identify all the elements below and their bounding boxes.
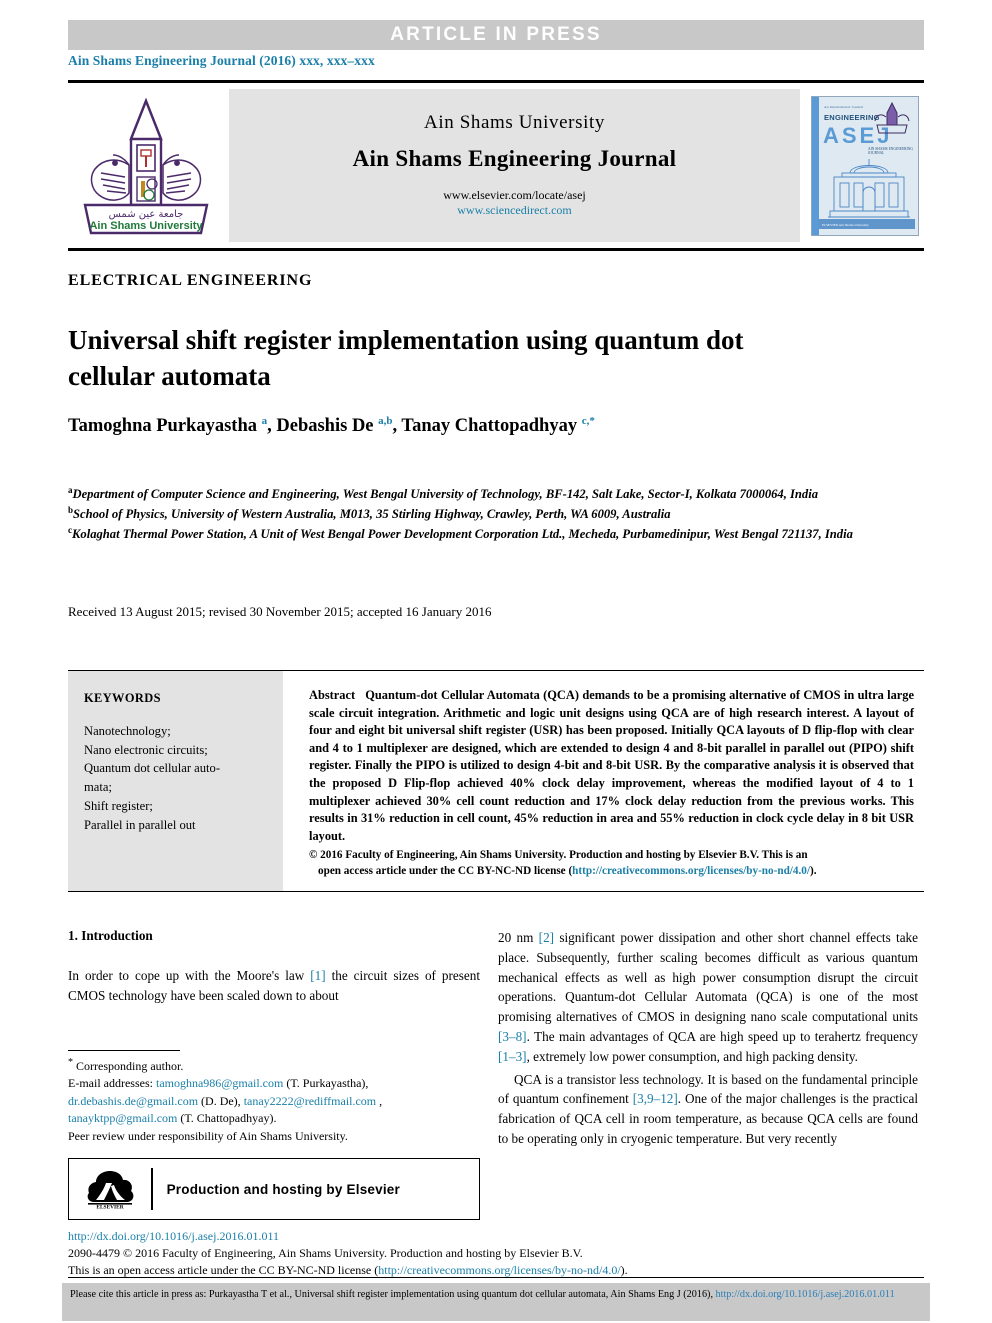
- crest-arabic-caption: جامعة عين شمس: [108, 209, 183, 220]
- affiliation-item: aDepartment of Computer Science and Engi…: [68, 485, 819, 502]
- email-label: E-mail addresses:: [68, 1076, 153, 1091]
- article-in-press-label: ARTICLE IN PRESS: [390, 24, 602, 45]
- affiliation-item: bSchool of Physics, University of Wester…: [68, 505, 671, 522]
- intro-paragraph-left: In order to cope up with the Moore's law…: [68, 968, 480, 1003]
- corresponding-author-note: * Corresponding author.: [68, 1056, 480, 1075]
- abstract-block: KEYWORDS Nanotechnology; Nano electronic …: [68, 670, 924, 892]
- intro-paragraph-right-2: QCA is a transistor less technology. It …: [498, 1071, 919, 1146]
- university-crest-icon: جامعة عين شمس Ain Shams University: [83, 97, 208, 235]
- affiliation-item: cKolaghat Thermal Power Station, A Unit …: [68, 525, 853, 542]
- email-link[interactable]: dr.debashis.de@gmail.com: [68, 1094, 198, 1108]
- doi-link[interactable]: http://dx.doi.org/10.1016/j.asej.2016.01…: [68, 1228, 828, 1245]
- email-link[interactable]: tanayktpp@gmail.com: [68, 1111, 177, 1125]
- citation-doi-link[interactable]: http://dx.doi.org/10.1016/j.asej.2016.01…: [716, 1289, 895, 1300]
- email-owner: ,: [379, 1093, 383, 1108]
- cover-subtitle: AIN SHAMS ENGINEERING JOURNAL: [868, 146, 913, 155]
- masthead-sciencedirect-url[interactable]: www.sciencedirect.com: [457, 203, 572, 218]
- body-column-left: 1. Introduction In order to cope up with…: [68, 928, 480, 1009]
- email-owner: (T. Purkayastha),: [286, 1076, 369, 1091]
- keywords-items: Nanotechnology; Nano electronic circuits;…: [84, 722, 267, 835]
- license-suffix: ).: [810, 864, 817, 877]
- body-column-right: 20 nm [2] significant power dissipation …: [498, 928, 918, 1152]
- peer-review-note: Peer review under responsibility of Ain …: [68, 1128, 348, 1143]
- page-bottom-rule: [68, 1277, 924, 1278]
- article-history: Received 13 August 2015; revised 30 Nove…: [68, 604, 492, 619]
- journal-masthead: جامعة عين شمس Ain Shams University Ain S…: [68, 80, 924, 251]
- cover-left-bar: [812, 96, 819, 235]
- abstract-copyright: © 2016 Faculty of Engineering, Ain Shams…: [309, 848, 914, 878]
- abstract-text: Abstract Quantum-dot Cellular Automata (…: [309, 687, 914, 845]
- journal-running-head: Ain Shams Engineering Journal (2016) xxx…: [68, 53, 375, 68]
- doi-copyright-block: http://dx.doi.org/10.1016/j.asej.2016.01…: [68, 1228, 828, 1279]
- page-title: Universal shift register implementation …: [68, 325, 744, 391]
- citation-request-bar: Please cite this article in press as: Pu…: [62, 1283, 930, 1321]
- email-link[interactable]: tanay2222@rediffmail.com: [244, 1094, 376, 1108]
- keyword-item: Shift register;: [84, 799, 153, 814]
- article-in-press-banner: ARTICLE IN PRESS: [68, 20, 924, 50]
- cover-crest-icon: [874, 101, 910, 133]
- masthead-center-panel: Ain Shams University Ain Shams Engineeri…: [229, 89, 800, 242]
- cover-building-illustration: [828, 158, 910, 217]
- elsevier-wordmark: ELSEVIER: [96, 1205, 123, 1210]
- corresponding-author-text: Corresponding author.: [76, 1059, 184, 1073]
- section-heading-introduction: 1. Introduction: [68, 928, 153, 943]
- cover-top-small-text: An International Journal: [824, 104, 864, 109]
- intro-paragraph-right-1: 20 nm [2] significant power dissipation …: [498, 930, 919, 1064]
- keywords-panel: KEYWORDS Nanotechnology; Nano electronic …: [68, 671, 283, 891]
- keyword-item: Nano electronic circuits;: [84, 742, 208, 757]
- license-link[interactable]: http://creativecommons.org/licenses/by-n…: [572, 865, 810, 877]
- article-section-type: ELECTRICAL ENGINEERING: [68, 272, 313, 289]
- article-first-page: ARTICLE IN PRESS Ain Shams Engineering J…: [0, 0, 992, 1323]
- reference-link[interactable]: [3–8]: [498, 1029, 527, 1044]
- abstract-panel: Abstract Quantum-dot Cellular Automata (…: [283, 671, 924, 891]
- email-link[interactable]: tamoghna986@gmail.com: [156, 1076, 283, 1090]
- author-list: Tamoghna Purkayastha a, Debashis De a,b,…: [68, 415, 595, 437]
- reference-link[interactable]: [1–3]: [498, 1049, 527, 1064]
- license-prefix: open access article under the CC BY-NC-N…: [318, 864, 573, 877]
- footer-license-prefix: This is an open access article under the…: [68, 1263, 379, 1278]
- elsevier-box-divider: [151, 1168, 153, 1210]
- abstract-label: Abstract: [309, 688, 356, 702]
- reference-link[interactable]: [3,9–12]: [633, 1091, 678, 1106]
- issn-copyright-line: 2090-4479 © 2016 Faculty of Engineering,…: [68, 1246, 583, 1261]
- cover-footer-text: ELSEVIER Ain Shams University: [822, 222, 869, 227]
- masthead-elsevier-url[interactable]: www.elsevier.com/locate/asej: [443, 188, 586, 203]
- elsevier-box-label: Production and hosting by Elsevier: [166, 1181, 400, 1197]
- masthead-university-name: Ain Shams University: [424, 111, 605, 133]
- ain-shams-university-logo: جامعة عين شمس Ain Shams University: [68, 89, 223, 242]
- footnote-rule: [68, 1050, 180, 1051]
- elsevier-tree-icon: ELSEVIER: [87, 1171, 134, 1210]
- affiliation-mark: a: [68, 485, 73, 495]
- cover-art: An International Journal ENGINEERING ASE…: [811, 95, 919, 236]
- keyword-item: Quantum dot cellular auto-: [84, 761, 221, 776]
- affiliation-mark: b: [68, 505, 74, 516]
- footnote-block: * Corresponding author. E-mail addresses…: [68, 1050, 480, 1145]
- affiliation-list: aDepartment of Computer Science and Engi…: [68, 484, 924, 544]
- keyword-item: Nanotechnology;: [84, 723, 171, 738]
- abstract-body: Quantum-dot Cellular Automata (QCA) dema…: [309, 688, 914, 843]
- asterisk-icon: *: [68, 1057, 73, 1068]
- affiliation-mark: c: [68, 525, 72, 536]
- keyword-item: Parallel in parallel out: [84, 818, 196, 833]
- email-owner: (T. Chattopadhyay).: [180, 1111, 277, 1126]
- journal-cover-thumbnail: An International Journal ENGINEERING ASE…: [806, 89, 924, 242]
- email-addresses-line: E-mail addresses: tamoghna986@gmail.com …: [68, 1075, 480, 1127]
- crest-english-caption: Ain Shams University: [89, 220, 203, 232]
- elsevier-production-box: ELSEVIER Production and hosting by Elsev…: [68, 1158, 480, 1220]
- keywords-heading: KEYWORDS: [84, 691, 161, 705]
- abstract-license-line: open access article under the CC BY-NC-N…: [309, 864, 914, 879]
- keyword-item: mata;: [84, 780, 112, 795]
- masthead-journal-title: Ain Shams Engineering Journal: [352, 145, 677, 171]
- citation-text: Please cite this article in press as: Pu…: [70, 1289, 716, 1300]
- footer-license-link[interactable]: http://creativecommons.org/licenses/by-n…: [378, 1263, 620, 1277]
- reference-link[interactable]: [2]: [539, 930, 554, 945]
- footer-license-suffix: ).: [620, 1263, 628, 1278]
- reference-link[interactable]: [1]: [310, 968, 325, 983]
- abstract-copyright-line1: © 2016 Faculty of Engineering, Ain Shams…: [309, 849, 808, 862]
- elsevier-logo: ELSEVIER: [79, 1169, 141, 1209]
- email-owner: (D. De),: [201, 1093, 241, 1108]
